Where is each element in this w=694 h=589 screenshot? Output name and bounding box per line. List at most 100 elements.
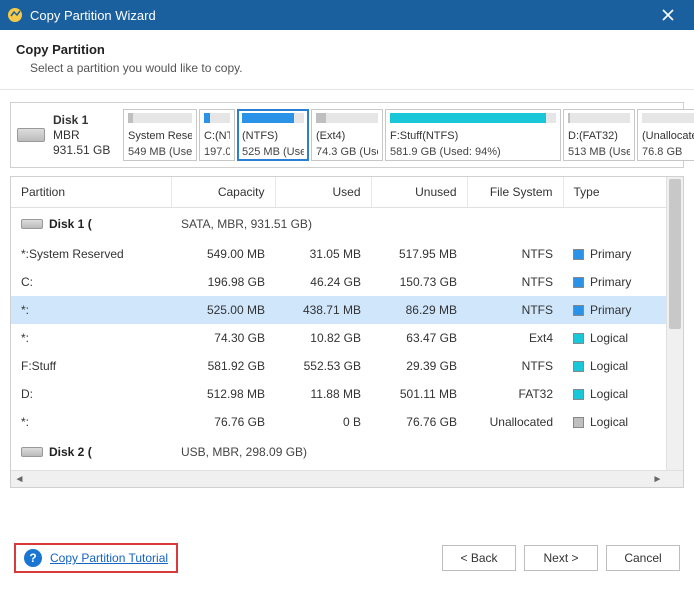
disk-size: 931.51 GB <box>53 143 110 158</box>
type-swatch-icon <box>573 361 584 372</box>
partition-table-wrap: Partition Capacity Used Unused File Syst… <box>10 176 684 488</box>
cell-partition: *: <box>11 324 171 352</box>
disk-type: MBR <box>53 128 110 143</box>
map-block-sub: 74.3 GB (Use <box>316 146 378 158</box>
cell-used: 31.05 MB <box>275 240 371 268</box>
map-block-title: C:(NT <box>204 130 230 142</box>
cell-filesystem: Ext4 <box>467 324 563 352</box>
type-swatch-icon <box>573 277 584 288</box>
cell-used: 552.53 GB <box>275 352 371 380</box>
cell-type: Primary <box>563 268 683 296</box>
table-row[interactable]: D:512.98 MB11.88 MB501.11 MBFAT32Logical <box>11 380 683 408</box>
disk-icon <box>21 219 43 229</box>
cell-used: 0 B <box>275 408 371 436</box>
map-block[interactable]: F:Stuff(NTFS) 581.9 GB (Used: 94%) <box>385 109 561 161</box>
cell-unused: 150.73 GB <box>371 268 467 296</box>
map-block-title: F:Stuff(NTFS) <box>390 130 556 142</box>
cell-type: Primary <box>563 296 683 324</box>
tutorial-highlight: ? Copy Partition Tutorial <box>14 543 178 573</box>
map-block[interactable]: (Unallocated76.8 GB <box>637 109 694 161</box>
wizard-header: Copy Partition Select a partition you wo… <box>0 30 694 90</box>
scroll-left-icon[interactable]: ◄ <box>11 471 28 488</box>
horizontal-scrollbar[interactable]: ◄ ► <box>11 470 683 487</box>
cell-filesystem: NTFS <box>467 296 563 324</box>
col-filesystem[interactable]: File System <box>467 177 563 208</box>
map-block-title: D:(FAT32) <box>568 130 630 142</box>
map-block[interactable]: C:(NT 197.0 <box>199 109 235 161</box>
map-block-sub: 581.9 GB (Used: 94%) <box>390 146 556 158</box>
table-row[interactable]: F:Stuff581.92 GB552.53 GB29.39 GBNTFSLog… <box>11 352 683 380</box>
map-block-sub: 197.0 <box>204 146 230 158</box>
cell-unused: 29.39 GB <box>371 352 467 380</box>
table-disk-row[interactable]: Disk 2 (USB, MBR, 298.09 GB) <box>11 436 683 468</box>
map-block-sub: 525 MB (Use <box>242 146 304 158</box>
vertical-scrollbar[interactable] <box>666 177 683 470</box>
cell-used: 438.71 MB <box>275 296 371 324</box>
type-swatch-icon <box>573 305 584 316</box>
cell-unused: 517.95 MB <box>371 240 467 268</box>
cell-unused: 76.76 GB <box>371 408 467 436</box>
cell-used: 11.88 MB <box>275 380 371 408</box>
cell-capacity: 196.98 GB <box>171 268 275 296</box>
table-row[interactable]: *:System Reserved549.00 MB31.05 MB517.95… <box>11 240 683 268</box>
back-button[interactable]: < Back <box>442 545 516 571</box>
map-block[interactable]: D:(FAT32) 513 MB (Use <box>563 109 635 161</box>
cell-capacity: 549.00 MB <box>171 240 275 268</box>
col-partition[interactable]: Partition <box>11 177 171 208</box>
cell-used: 10.82 GB <box>275 324 371 352</box>
col-capacity[interactable]: Capacity <box>171 177 275 208</box>
map-block-title: (Unallocated <box>642 130 694 142</box>
app-icon <box>6 6 24 24</box>
titlebar: Copy Partition Wizard <box>0 0 694 30</box>
tutorial-link[interactable]: Copy Partition Tutorial <box>50 551 168 565</box>
cell-unused: 501.11 MB <box>371 380 467 408</box>
cell-type: Logical <box>563 324 683 352</box>
disk-icon <box>21 447 43 457</box>
cell-type: Primary <box>563 240 683 268</box>
map-block[interactable]: (NTFS) 525 MB (Use <box>237 109 309 161</box>
disk-name: Disk 1 <box>53 113 110 128</box>
cell-filesystem: NTFS <box>467 240 563 268</box>
cell-capacity: 525.00 MB <box>171 296 275 324</box>
cell-filesystem: NTFS <box>467 352 563 380</box>
table-disk-row[interactable]: Disk 1 (SATA, MBR, 931.51 GB) <box>11 208 683 241</box>
map-block-title: System Rese <box>128 130 192 142</box>
map-block[interactable]: System Rese 549 MB (Use <box>123 109 197 161</box>
disk-map: Disk 1 MBR 931.51 GB System Rese 549 MB (… <box>10 102 684 168</box>
cell-partition: C: <box>11 268 171 296</box>
table-row[interactable]: *:525.00 MB438.71 MB86.29 MBNTFSPrimary <box>11 296 683 324</box>
cell-filesystem: Unallocated <box>467 408 563 436</box>
help-icon[interactable]: ? <box>24 549 42 567</box>
disk-icon <box>17 128 45 142</box>
type-swatch-icon <box>573 333 584 344</box>
close-button[interactable] <box>648 0 688 30</box>
col-unused[interactable]: Unused <box>371 177 467 208</box>
table-row[interactable]: *:74.30 GB10.82 GB63.47 GBExt4Logical <box>11 324 683 352</box>
cell-filesystem: FAT32 <box>467 380 563 408</box>
map-block-sub: 549 MB (Use <box>128 146 192 158</box>
table-row[interactable]: C:196.98 GB46.24 GB150.73 GBNTFSPrimary <box>11 268 683 296</box>
table-row[interactable]: *:76.76 GB0 B76.76 GBUnallocatedLogical <box>11 408 683 436</box>
next-button[interactable]: Next > <box>524 545 598 571</box>
col-type[interactable]: Type <box>563 177 683 208</box>
cell-capacity: 512.98 MB <box>171 380 275 408</box>
page-subtitle: Select a partition you would like to cop… <box>30 61 678 75</box>
wizard-footer: ? Copy Partition Tutorial < Back Next > … <box>0 529 694 589</box>
map-block-title: (NTFS) <box>242 130 304 142</box>
map-block-sub: 513 MB (Use <box>568 146 630 158</box>
map-block-title: (Ext4) <box>316 130 378 142</box>
cell-unused: 86.29 MB <box>371 296 467 324</box>
cell-type: Logical <box>563 380 683 408</box>
cell-filesystem: NTFS <box>467 268 563 296</box>
type-swatch-icon <box>573 417 584 428</box>
cell-capacity: 581.92 GB <box>171 352 275 380</box>
col-used[interactable]: Used <box>275 177 371 208</box>
cancel-button[interactable]: Cancel <box>606 545 680 571</box>
cell-type: Logical <box>563 408 683 436</box>
cell-capacity: 76.76 GB <box>171 408 275 436</box>
window-title: Copy Partition Wizard <box>30 8 648 23</box>
map-block[interactable]: (Ext4) 74.3 GB (Use <box>311 109 383 161</box>
scroll-right-icon[interactable]: ► <box>649 471 666 488</box>
disk-label: Disk 1 MBR 931.51 GB <box>15 109 123 161</box>
cell-capacity: 74.30 GB <box>171 324 275 352</box>
